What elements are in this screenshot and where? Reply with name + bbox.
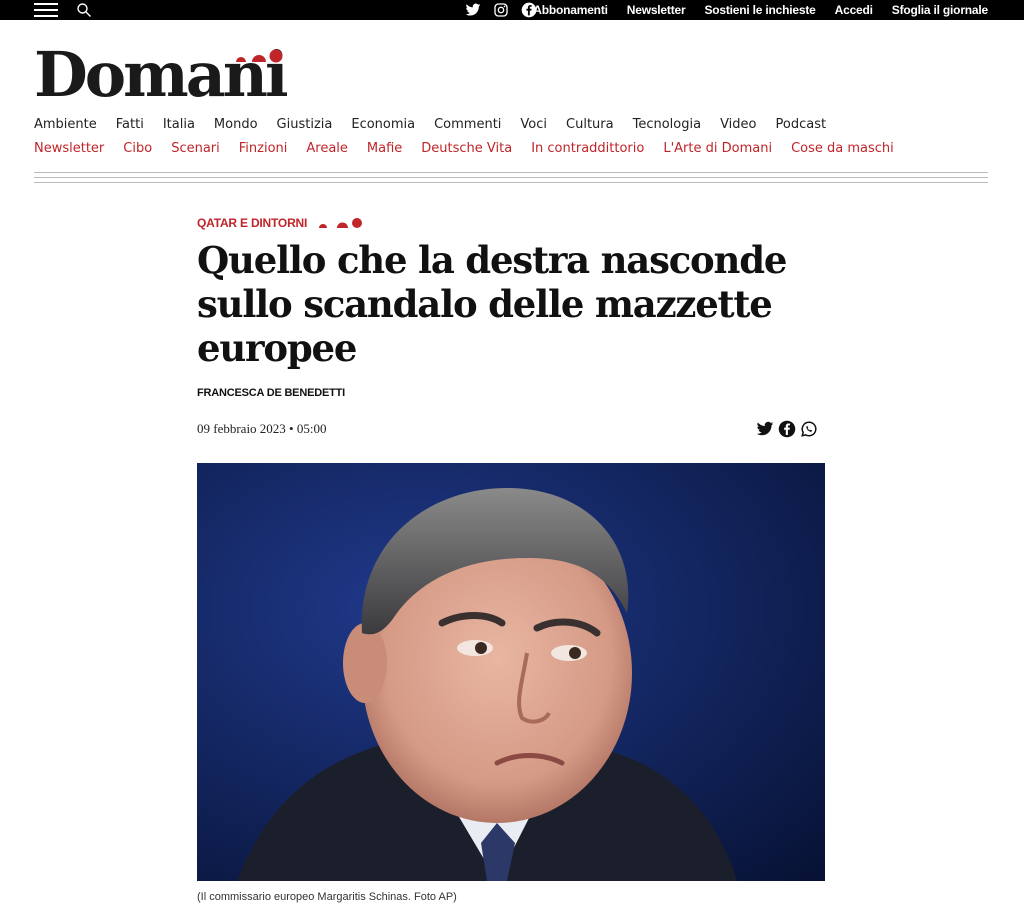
nav-fatti[interactable]: Fatti: [116, 117, 144, 132]
twitter-icon[interactable]: [465, 2, 481, 18]
logo-dots-icon: [236, 49, 283, 63]
nav-italia[interactable]: Italia: [163, 117, 195, 132]
nav-tecnologia[interactable]: Tecnologia: [633, 117, 701, 132]
nav-arte-di-domani[interactable]: L'Arte di Domani: [663, 141, 772, 156]
share-bar: [752, 420, 818, 438]
article-kicker[interactable]: QATAR E DINTORNI: [197, 216, 367, 230]
article-date: 09 febbraio 2023 • 05:00: [197, 421, 327, 436]
nav-economia[interactable]: Economia: [351, 117, 415, 132]
nav-scenari[interactable]: Scenari: [171, 141, 220, 156]
search-icon[interactable]: [76, 2, 92, 18]
nav-cultura[interactable]: Cultura: [566, 117, 614, 132]
article-headline: Quello che la destra nasconde sullo scan…: [197, 238, 787, 370]
article-photo: [197, 463, 825, 881]
primary-nav: Ambiente Fatti Italia Mondo Giustizia Ec…: [34, 117, 845, 132]
portrait-illustration: [197, 463, 825, 881]
nav-cibo[interactable]: Cibo: [123, 141, 152, 156]
nav-podcast[interactable]: Podcast: [776, 117, 827, 132]
nav-mondo[interactable]: Mondo: [214, 117, 258, 132]
nav-newsletter[interactable]: Newsletter: [34, 141, 104, 156]
nav-deutsche-vita[interactable]: Deutsche Vita: [421, 141, 512, 156]
nav-finzioni[interactable]: Finzioni: [239, 141, 288, 156]
article-author[interactable]: FRANCESCA DE BENEDETTI: [197, 387, 345, 399]
nav-areale[interactable]: Areale: [306, 141, 348, 156]
nav-mafie[interactable]: Mafie: [367, 141, 402, 156]
link-accedi[interactable]: Accedi: [835, 3, 873, 17]
nav-video[interactable]: Video: [720, 117, 756, 132]
top-links: Abbonamenti Newsletter Sostieni le inchi…: [514, 0, 988, 20]
top-bar: Abbonamenti Newsletter Sostieni le inchi…: [0, 0, 1024, 20]
whatsapp-icon[interactable]: [800, 420, 818, 438]
link-abbonamenti[interactable]: Abbonamenti: [533, 3, 608, 17]
hamburger-icon[interactable]: [34, 3, 58, 17]
photo-caption: (Il commissario europeo Margaritis Schin…: [197, 891, 457, 903]
link-newsletter[interactable]: Newsletter: [627, 3, 686, 17]
nav-giustizia[interactable]: Giustizia: [277, 117, 333, 132]
link-sostieni[interactable]: Sostieni le inchieste: [704, 3, 815, 17]
kicker-dots-icon: [319, 218, 363, 228]
nav-commenti[interactable]: Commenti: [434, 117, 501, 132]
nav-voci[interactable]: Voci: [520, 117, 547, 132]
secondary-nav: Newsletter Cibo Scenari Finzioni Areale …: [34, 141, 913, 156]
twitter-icon[interactable]: [756, 420, 774, 438]
link-sfoglia[interactable]: Sfoglia il giornale: [892, 3, 988, 17]
nav-cose-da-maschi[interactable]: Cose da maschi: [791, 141, 894, 156]
header-divider: [34, 172, 988, 187]
facebook-icon[interactable]: [778, 420, 796, 438]
kicker-label[interactable]: QATAR E DINTORNI: [197, 216, 307, 230]
nav-in-contraddittorio[interactable]: In contraddittorio: [531, 141, 644, 156]
instagram-icon[interactable]: [493, 2, 509, 18]
nav-ambiente[interactable]: Ambiente: [34, 117, 97, 132]
